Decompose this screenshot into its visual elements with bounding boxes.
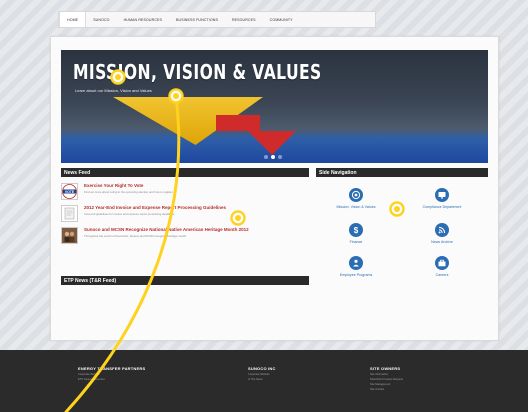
person-icon — [349, 256, 363, 270]
news-item-desc: Year-end guidelines for invoice and expe… — [84, 212, 175, 216]
side-nav-item-finance[interactable]: $ Finance — [316, 223, 396, 244]
side-navigation-grid: Mission, Vision & Values Compliance Depa… — [316, 188, 488, 288]
news-item-desc: Find out more about voting in the upcomi… — [84, 190, 174, 194]
footer-link[interactable]: ETP Career Resources — [78, 378, 145, 381]
footer-link[interactable]: In The News — [248, 378, 276, 381]
news-item-desc: Throughout the month of November, Sunoco… — [84, 234, 187, 238]
news-feed-heading: News Feed — [61, 168, 309, 177]
footer-column-etp: ENERGY TRANSFER PARTNERS Corporate Websi… — [78, 366, 145, 381]
side-nav-label: Mission, Vision & Values — [336, 205, 376, 209]
footer-heading: SITE OWNERS — [370, 366, 401, 371]
carousel-dot[interactable] — [264, 155, 268, 159]
news-item-title[interactable]: Exercise Your Right To Vote — [84, 183, 173, 188]
footer-link[interactable]: Site Management — [370, 383, 403, 386]
footer-link[interactable]: Site Contact — [370, 388, 403, 391]
nav-item-business-functions[interactable]: BUSINESS FUNCTIONS — [169, 12, 225, 27]
svg-text:VOTE: VOTE — [65, 190, 75, 194]
carousel-dots — [264, 155, 282, 159]
footer-link[interactable]: Site Information — [370, 373, 403, 376]
footer-heading: ENERGY TRANSFER PARTNERS — [78, 366, 146, 371]
footer-link[interactable]: Corporate Website — [78, 373, 145, 376]
footer: ENERGY TRANSFER PARTNERS Corporate Websi… — [0, 350, 528, 412]
footer-column-site-owners: SITE OWNERS Site Information SharePoint … — [370, 366, 403, 391]
news-item-title[interactable]: Sunoco and MCSN Recognize National Nativ… — [84, 227, 249, 232]
people-icon — [61, 227, 78, 244]
hero-banner[interactable]: MISSION, VISION & VALUES Learn about our… — [61, 50, 488, 163]
side-nav-item-compliance[interactable]: Compliance Department — [402, 188, 482, 209]
nav-item-community[interactable]: COMMUNITY — [263, 12, 300, 27]
footer-column-sunoco: SUNOCO INC Corporate Website In The News — [248, 366, 276, 381]
side-navigation-heading: Side Navigation — [316, 168, 488, 177]
news-item-title[interactable]: 2012 Year-End Invoice and Expense Report… — [84, 205, 226, 210]
hero-title: MISSION, VISION & VALUES — [73, 60, 322, 84]
side-nav-item-careers[interactable]: Careers — [402, 256, 482, 277]
nav-item-human-resources[interactable]: HUMAN RESOURCES — [117, 12, 169, 27]
carousel-dot-active[interactable] — [271, 155, 275, 159]
footer-link[interactable]: Corporate Website — [248, 373, 276, 376]
side-nav-label: Employee Programs — [339, 273, 373, 277]
side-nav-label: Finance — [349, 240, 363, 244]
news-item[interactable]: 2012 Year-End Invoice and Expense Report… — [61, 205, 226, 222]
red-arrow-graphic — [216, 115, 296, 155]
top-navigation-bar: HOME SUNOCO HUMAN RESOURCES BUSINESS FUN… — [58, 11, 376, 28]
vote-badge-icon: VOTE — [61, 183, 78, 200]
hero-subtitle: Learn about our Mission, Vision and Valu… — [75, 88, 152, 93]
side-nav-label: Careers — [435, 273, 449, 277]
side-nav-item-employee-programs[interactable]: Employee Programs — [316, 256, 396, 277]
news-item[interactable]: VOTE Exercise Your Right To Vote Find ou… — [61, 183, 173, 200]
side-nav-item-news-archive[interactable]: News Archive — [402, 223, 482, 244]
monitor-icon — [435, 188, 449, 202]
carousel-dot[interactable] — [278, 155, 282, 159]
rss-icon — [435, 223, 449, 237]
nav-item-resources[interactable]: RESOURCES — [225, 12, 263, 27]
document-icon — [61, 205, 78, 222]
news-item[interactable]: Sunoco and MCSN Recognize National Nativ… — [61, 227, 249, 244]
footer-link[interactable]: SharePoint Feature Request — [370, 378, 403, 381]
svg-text:$: $ — [354, 226, 359, 235]
nav-item-sunoco[interactable]: SUNOCO — [86, 12, 116, 27]
main-content-card: MISSION, VISION & VALUES Learn about our… — [50, 36, 499, 341]
side-nav-label: Compliance Department — [422, 205, 462, 209]
etp-news-heading: ETP News (T&R Feed) — [61, 276, 309, 285]
briefcase-icon — [435, 256, 449, 270]
side-nav-item-mission[interactable]: Mission, Vision & Values — [316, 188, 396, 209]
footer-heading: SUNOCO INC — [248, 366, 276, 371]
dollar-icon: $ — [349, 223, 363, 237]
target-icon — [349, 188, 363, 202]
nav-item-home[interactable]: HOME — [59, 12, 87, 27]
side-nav-label: News Archive — [431, 240, 453, 244]
